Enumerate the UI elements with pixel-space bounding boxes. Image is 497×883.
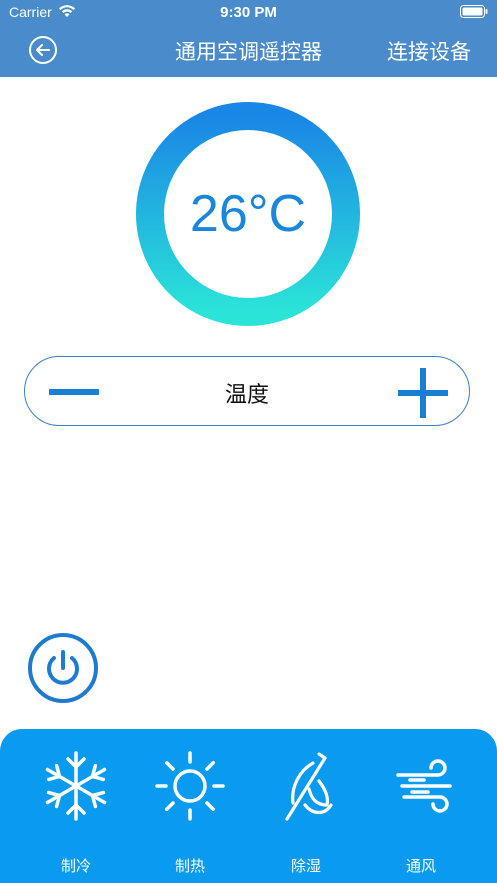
mode-dry-button[interactable]: 除湿 [256,749,356,875]
remote-screen: Carrier 9:30 PM 通用空调遥控器 连接设备 26°C 温度 制冷 … [0,0,497,883]
mode-heat-label: 制热 [174,857,205,875]
temperature-control: 温度 [24,356,470,426]
status-bar: Carrier 9:30 PM [0,0,497,24]
dehumidify-icon [285,752,333,821]
page-title: 通用空调遥控器 [175,40,322,64]
mode-fan-button[interactable]: 通风 [371,749,471,875]
mode-dry-label: 除湿 [290,857,321,875]
status-time: 9:30 PM [220,4,277,21]
back-arrow-icon[interactable] [28,35,58,65]
mode-heat-button[interactable]: 制热 [140,749,240,875]
sun-icon [155,751,225,821]
power-button[interactable] [27,632,99,704]
battery-icon [460,5,488,18]
mode-panel: 制冷 制热 除湿 通风 [0,729,497,883]
temperature-value: 26°C [189,185,307,243]
top-bar: Carrier 9:30 PM 通用空调遥控器 连接设备 [0,0,497,77]
mode-cool-button[interactable]: 制冷 [26,749,126,875]
mode-cool-label: 制冷 [60,857,91,875]
mode-fan-label: 通风 [405,857,436,875]
snowflake-icon [45,751,107,821]
wind-icon [396,759,452,813]
increase-temperature-button[interactable] [395,365,451,421]
connect-device-button[interactable]: 连接设备 [387,36,471,66]
